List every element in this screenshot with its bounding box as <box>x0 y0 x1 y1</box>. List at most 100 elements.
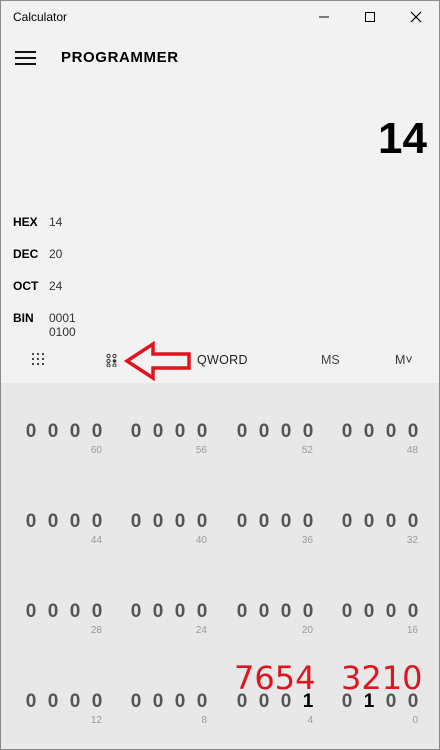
bit-toggle[interactable]: 0 <box>129 601 143 623</box>
bit-nibble: 0 0 0 0 28 <box>24 601 104 641</box>
bit-toggle[interactable]: 0 <box>235 601 249 623</box>
bit-toggle[interactable]: 0 <box>301 511 315 533</box>
bit-toggle[interactable]: 0 <box>129 421 143 443</box>
bit-toggle[interactable]: 0 <box>46 421 60 443</box>
bit-index-annotation-low: 3210 <box>341 659 423 697</box>
bit-toggle[interactable]: 0 <box>90 601 104 623</box>
bit-position-label: 36 <box>301 535 313 546</box>
bit-toggle-keypad-icon <box>106 353 117 368</box>
bit-toggle[interactable]: 0 <box>46 601 60 623</box>
bit-toggle[interactable]: 0 <box>362 421 376 443</box>
bit-toggle[interactable]: 0 <box>24 511 38 533</box>
bit-toggle[interactable]: 0 <box>301 421 315 443</box>
bit-toggle[interactable]: 0 <box>151 511 165 533</box>
bit-toggle[interactable]: 0 <box>340 601 354 623</box>
nibble-digits: 0000 <box>235 601 315 623</box>
bit-toggle[interactable]: 0 <box>340 511 354 533</box>
bit-toggle[interactable]: 0 <box>362 601 376 623</box>
radix-value: 20 <box>49 247 63 261</box>
minimize-icon <box>319 16 329 18</box>
bit-toggle[interactable]: 0 <box>279 601 293 623</box>
bit-toggle[interactable]: 0 <box>279 421 293 443</box>
menu-button[interactable] <box>15 50 37 66</box>
nibble-digits: 0000 <box>129 511 209 533</box>
bit-toggle[interactable]: 0 <box>257 421 271 443</box>
bit-toggle[interactable]: 0 <box>90 511 104 533</box>
red-arrow-annotation <box>123 341 191 381</box>
bit-position-label: 4 <box>307 715 313 726</box>
bit-position-label: 12 <box>90 715 102 726</box>
bit-toggle[interactable]: 0 <box>129 691 143 713</box>
bit-toggle[interactable]: 0 <box>195 511 209 533</box>
bit-nibble: 01000 <box>340 691 420 731</box>
bit-toggle[interactable]: 0 <box>406 511 420 533</box>
bit-position-label: 40 <box>195 535 207 546</box>
bit-toggle[interactable]: 0 <box>90 691 104 713</box>
bit-toggle[interactable]: 0 <box>257 601 271 623</box>
bit-nibble: 00014 <box>235 691 315 731</box>
bit-toggle[interactable]: 0 <box>90 421 104 443</box>
bit-toggle[interactable]: 0 <box>406 421 420 443</box>
memory-store-button[interactable]: MS <box>321 353 340 367</box>
bit-nibble: 0 0 0 0 12 <box>24 691 104 731</box>
bit-index-annotation-high: 7654 <box>234 659 316 697</box>
bit-toggle[interactable]: 0 <box>151 691 165 713</box>
bit-toggle[interactable]: 0 <box>235 511 249 533</box>
bit-toggle[interactable]: 0 <box>173 691 187 713</box>
bit-toggle[interactable]: 0 <box>173 601 187 623</box>
radix-label: DEC <box>13 247 39 261</box>
bit-toggle[interactable]: 0 <box>384 601 398 623</box>
bit-nibble: 0 0 0 0 48 <box>340 421 420 461</box>
bit-toggle[interactable]: 0 <box>46 511 60 533</box>
bit-toggle[interactable]: 0 <box>279 511 293 533</box>
bit-toggle[interactable]: 0 <box>151 601 165 623</box>
bit-nibble: 0 0 0 0 40 <box>129 511 209 551</box>
bit-toggle[interactable]: 0 <box>68 511 82 533</box>
bit-toggle[interactable]: 0 <box>257 511 271 533</box>
maximize-icon <box>365 12 375 22</box>
bit-toggle[interactable]: 0 <box>195 601 209 623</box>
nibble-digits: 0000 <box>340 421 420 443</box>
bit-position-label: 8 <box>201 715 207 726</box>
bit-toggle[interactable]: 0 <box>406 601 420 623</box>
close-button[interactable] <box>393 1 439 33</box>
maximize-button[interactable] <box>347 1 393 33</box>
bit-toggle[interactable]: 0 <box>68 601 82 623</box>
bit-toggle[interactable]: 0 <box>362 511 376 533</box>
bit-toggle[interactable]: 0 <box>173 511 187 533</box>
nibble-digits: 0000 <box>235 511 315 533</box>
nibble-digits: 0000 <box>24 421 104 443</box>
nibble-digits: 0000 <box>340 511 420 533</box>
word-size-button[interactable]: QWORD <box>197 353 248 367</box>
bit-toggle[interactable]: 0 <box>46 691 60 713</box>
bit-position-label: 0 <box>412 715 418 726</box>
radix-label: BIN <box>13 311 34 325</box>
bit-toggle[interactable]: 0 <box>195 421 209 443</box>
bit-toggle[interactable]: 0 <box>129 511 143 533</box>
bit-position-label: 44 <box>90 535 102 546</box>
minimize-button[interactable] <box>301 1 347 33</box>
bit-toggle[interactable]: 0 <box>24 421 38 443</box>
memory-dropdown-button[interactable]: M˅ <box>395 353 413 367</box>
calculator-window: Calculator PROGRAMMER 14 HEX 14 DEC 20 O… <box>0 0 440 750</box>
bit-toggle[interactable]: 0 <box>340 421 354 443</box>
bit-toggle[interactable]: 0 <box>301 601 315 623</box>
bit-position-label: 48 <box>406 445 418 456</box>
nibble-digits: 0000 <box>129 691 209 713</box>
bit-toggle[interactable]: 0 <box>384 421 398 443</box>
bit-toggle[interactable]: 0 <box>68 421 82 443</box>
bit-toggle[interactable]: 0 <box>24 691 38 713</box>
bit-toggle[interactable]: 0 <box>173 421 187 443</box>
bit-toggle[interactable]: 0 <box>384 511 398 533</box>
bit-toggle-keypad-button[interactable] <box>105 353 119 372</box>
bit-toggle[interactable]: 0 <box>151 421 165 443</box>
bit-toggle[interactable]: 0 <box>24 601 38 623</box>
bit-toggle[interactable]: 0 <box>235 421 249 443</box>
title-bar: Calculator <box>1 1 439 33</box>
full-keypad-button[interactable] <box>31 352 45 371</box>
bit-nibble: 0 0 0 0 20 <box>235 601 315 641</box>
radix-value: 0001 0100 <box>49 311 76 339</box>
nibble-digits: 0000 <box>129 421 209 443</box>
bit-toggle[interactable]: 0 <box>68 691 82 713</box>
bit-toggle[interactable]: 0 <box>195 691 209 713</box>
